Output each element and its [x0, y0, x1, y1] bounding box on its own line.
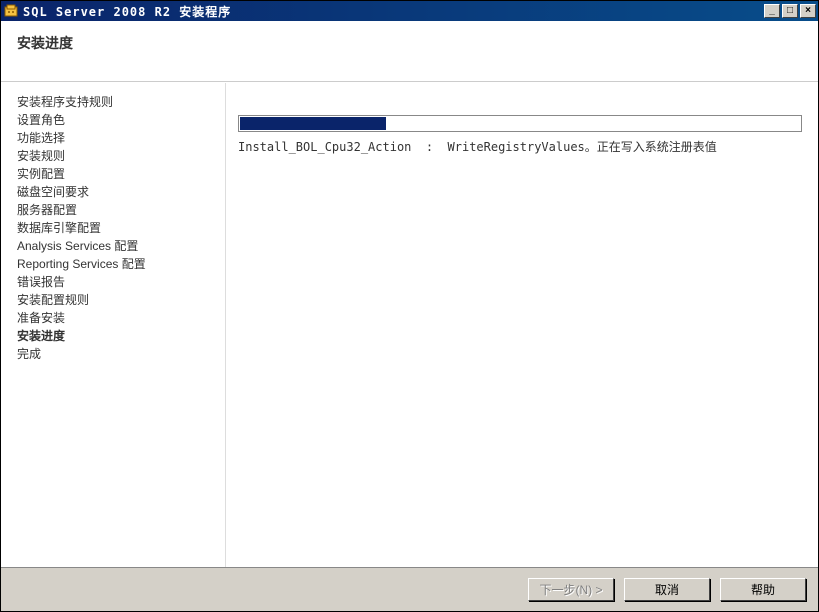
steps-sidebar: 安装程序支持规则设置角色功能选择安装规则实例配置磁盘空间要求服务器配置数据库引擎…: [1, 83, 226, 567]
sidebar-step-14: 完成: [17, 345, 225, 363]
sidebar-step-7: 数据库引擎配置: [17, 219, 225, 237]
sidebar-step-13: 安装进度: [17, 327, 225, 345]
sidebar-step-5: 磁盘空间要求: [17, 183, 225, 201]
title-bar: SQL Server 2008 R2 安装程序 _ □ ×: [1, 1, 818, 21]
sidebar-step-9: Reporting Services 配置: [17, 255, 225, 273]
main-panel: Install_BOL_Cpu32_Action : WriteRegistry…: [226, 83, 818, 567]
sidebar-step-1: 设置角色: [17, 111, 225, 129]
installer-window: SQL Server 2008 R2 安装程序 _ □ × 安装进度 安装程序支…: [0, 0, 819, 612]
progress-status-text: Install_BOL_Cpu32_Action : WriteRegistry…: [238, 138, 802, 155]
cancel-button[interactable]: 取消: [624, 578, 710, 601]
page-title: 安装进度: [17, 33, 802, 53]
minimize-button[interactable]: _: [764, 4, 780, 18]
sidebar-step-4: 实例配置: [17, 165, 225, 183]
maximize-button[interactable]: □: [782, 4, 798, 18]
content-body: 安装程序支持规则设置角色功能选择安装规则实例配置磁盘空间要求服务器配置数据库引擎…: [1, 82, 818, 567]
sidebar-step-2: 功能选择: [17, 129, 225, 147]
button-bar: 下一步(N) > 取消 帮助: [1, 567, 818, 611]
sidebar-step-11: 安装配置规则: [17, 291, 225, 309]
sidebar-step-12: 准备安装: [17, 309, 225, 327]
window-title: SQL Server 2008 R2 安装程序: [23, 3, 762, 20]
close-button[interactable]: ×: [800, 4, 816, 18]
progress-bar: [238, 115, 802, 132]
window-controls: _ □ ×: [762, 4, 816, 18]
sidebar-step-10: 错误报告: [17, 273, 225, 291]
app-icon: [3, 3, 19, 19]
help-button[interactable]: 帮助: [720, 578, 806, 601]
sidebar-step-0: 安装程序支持规则: [17, 93, 225, 111]
sidebar-step-3: 安装规则: [17, 147, 225, 165]
sidebar-step-6: 服务器配置: [17, 201, 225, 219]
progress-fill: [240, 117, 386, 130]
next-button: 下一步(N) >: [528, 578, 614, 601]
page-header: 安装进度: [1, 21, 818, 82]
sidebar-step-8: Analysis Services 配置: [17, 237, 225, 255]
